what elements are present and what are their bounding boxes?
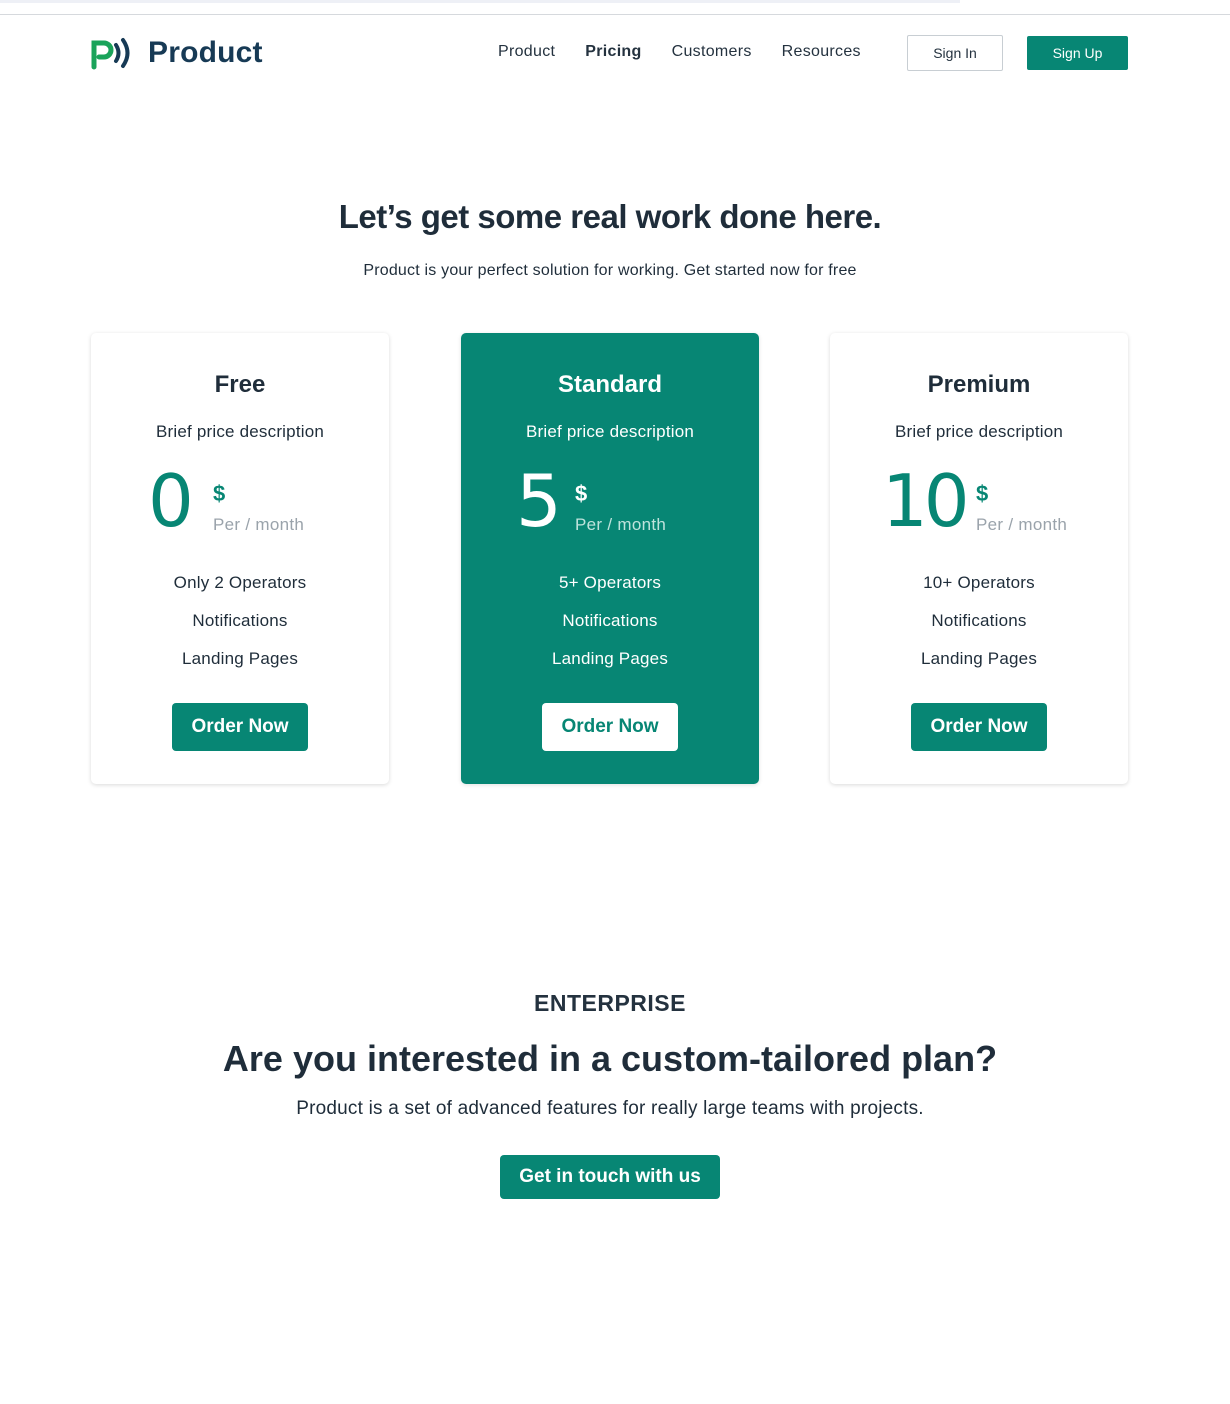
- get-in-touch-button[interactable]: Get in touch with us: [500, 1155, 720, 1199]
- pricing-card-standard: Standard Brief price description 5 $ Per…: [461, 333, 759, 784]
- sign-up-button[interactable]: Sign Up: [1027, 36, 1128, 70]
- pricing-card-premium: Premium Brief price description 10 $ Per…: [830, 333, 1128, 784]
- feature-item: Landing Pages: [181, 649, 299, 668]
- plan-name: Free: [214, 371, 266, 398]
- feature-item: 10+ Operators: [923, 573, 1035, 592]
- plan-description: Brief price description: [155, 422, 325, 441]
- plan-description: Brief price description: [525, 422, 695, 441]
- sign-in-button[interactable]: Sign In: [907, 35, 1003, 71]
- plan-description: Brief price description: [894, 422, 1064, 441]
- plan-name: Standard: [557, 371, 662, 398]
- price-period: Per / month: [575, 515, 667, 534]
- price-period: Per / month: [976, 515, 1068, 534]
- pricing-card-free: Free Brief price description 0 $ Per / m…: [91, 333, 389, 784]
- price-period: Per / month: [213, 515, 305, 534]
- order-now-button-premium[interactable]: Order Now: [911, 703, 1047, 751]
- feature-item: Only 2 Operators: [173, 573, 307, 592]
- main-nav: Product Pricing Customers Resources: [498, 43, 891, 61]
- logo-text: Product: [148, 36, 263, 69]
- nav-item-customers[interactable]: Customers: [672, 43, 752, 61]
- hero-title: Let’s get some real work done here.: [338, 198, 882, 235]
- feature-item: Landing Pages: [920, 649, 1038, 668]
- order-now-button-standard[interactable]: Order Now: [542, 703, 678, 751]
- enterprise-label: ENTERPRISE: [534, 990, 686, 1016]
- nav-item-resources[interactable]: Resources: [782, 43, 861, 61]
- feature-list: 5+ Operators Notifications Landing Pages: [461, 573, 759, 687]
- site-header: Product Product Pricing Customers Resour…: [0, 15, 1230, 90]
- feature-item: Landing Pages: [551, 649, 669, 668]
- enterprise-title: Are you interested in a custom-tailored …: [222, 1038, 998, 1079]
- logo[interactable]: Product: [90, 35, 263, 71]
- feature-item: Notifications: [931, 611, 1027, 630]
- feature-item: Notifications: [192, 611, 288, 630]
- nav-item-pricing[interactable]: Pricing: [585, 43, 641, 61]
- feature-list: Only 2 Operators Notifications Landing P…: [91, 573, 389, 687]
- plan-name: Premium: [927, 371, 1031, 398]
- order-now-button-free[interactable]: Order Now: [172, 703, 308, 751]
- price-amount: 0: [148, 459, 194, 543]
- currency-symbol: $: [976, 481, 989, 506]
- price-amount: 5: [516, 459, 562, 543]
- price-block: 10 $ Per / month: [830, 465, 1128, 551]
- logo-icon: [90, 35, 134, 71]
- currency-symbol: $: [575, 481, 588, 506]
- price-block: 5 $ Per / month: [461, 465, 759, 551]
- price-block: 0 $ Per / month: [91, 465, 389, 551]
- enterprise-subtitle: Product is a set of advanced features fo…: [296, 1098, 924, 1119]
- feature-list: 10+ Operators Notifications Landing Page…: [830, 573, 1128, 687]
- price-amount: 10: [882, 459, 970, 543]
- nav-item-product[interactable]: Product: [498, 43, 555, 61]
- feature-item: Notifications: [562, 611, 658, 630]
- browser-top-edge: [0, 0, 960, 3]
- feature-item: 5+ Operators: [558, 573, 662, 592]
- currency-symbol: $: [213, 481, 226, 506]
- hero-subtitle: Product is your perfect solution for wor…: [363, 262, 857, 279]
